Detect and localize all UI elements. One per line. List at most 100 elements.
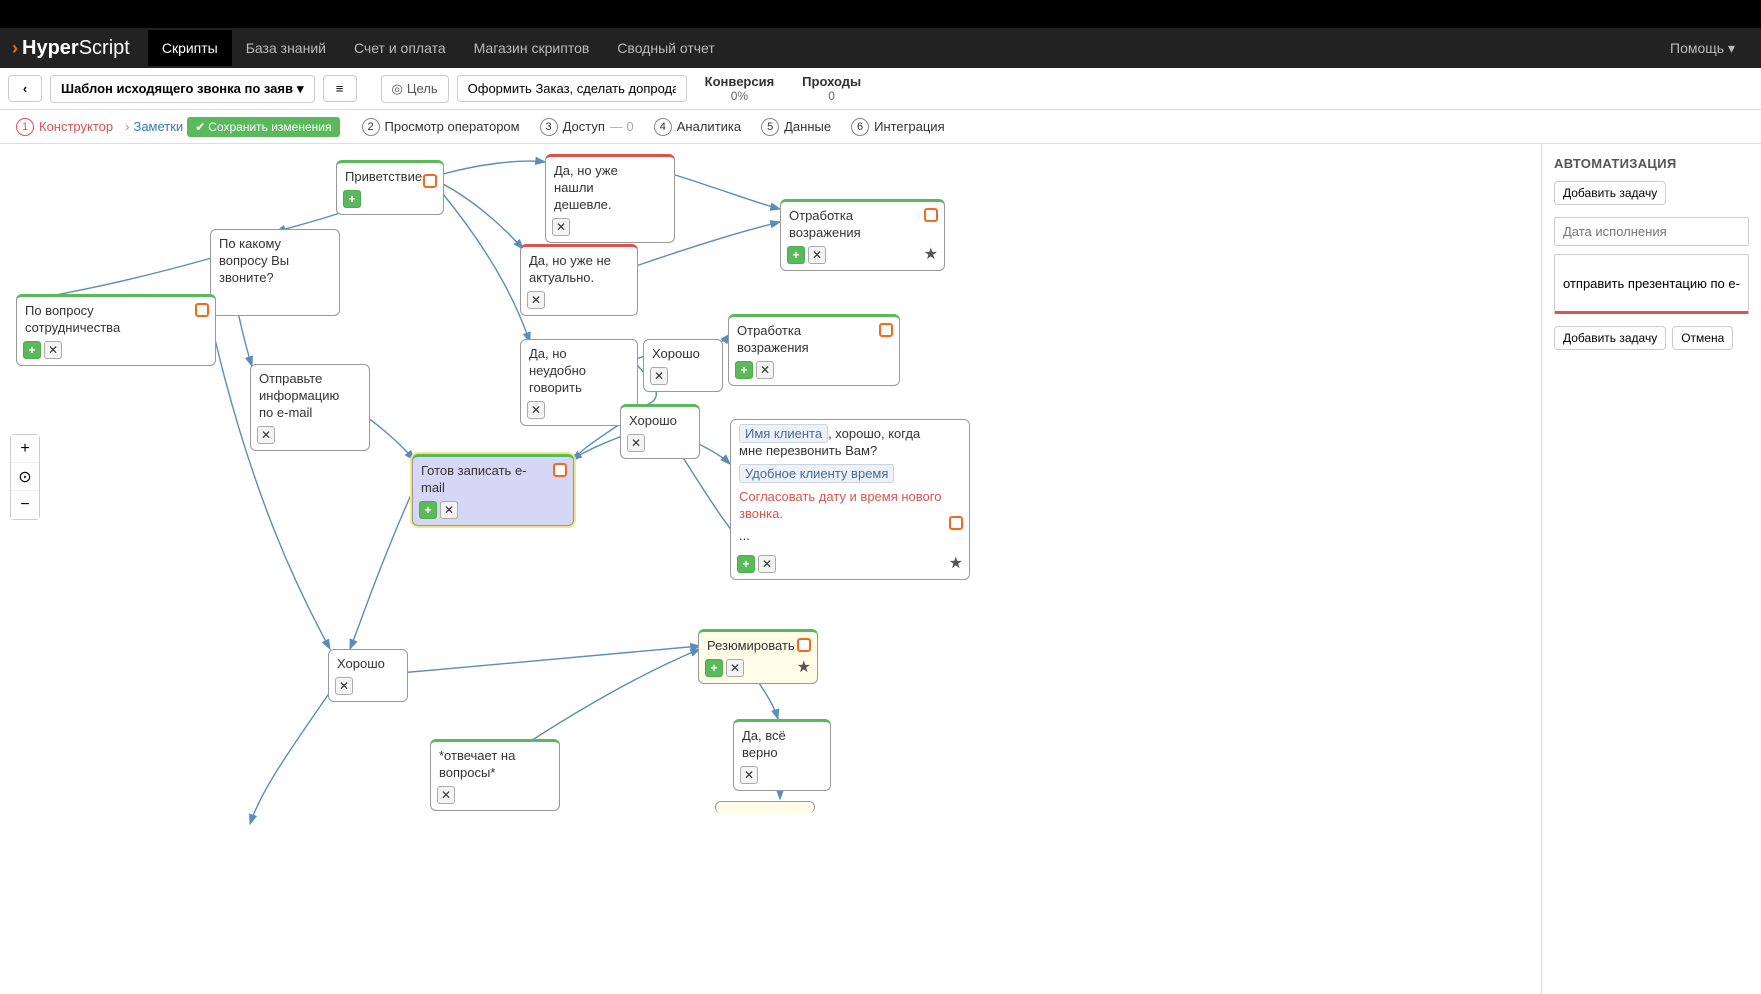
main-area: Приветствие + По какому вопросу Вы звони…	[0, 144, 1761, 994]
node-ok-3[interactable]: Хорошо ✕	[328, 649, 408, 702]
add-icon[interactable]: +	[735, 361, 753, 379]
menu-button[interactable]: ≡	[323, 75, 357, 102]
node-greeting[interactable]: Приветствие +	[336, 160, 444, 215]
stats-block: Конверсия 0% Проходы 0	[705, 74, 861, 103]
close-icon[interactable]: ✕	[44, 341, 62, 359]
node-found-cheaper[interactable]: Да, но уже нашли дешевле. ✕	[545, 154, 675, 243]
tab-analytics[interactable]: 4 Аналитика	[646, 114, 749, 140]
task-date-input[interactable]	[1554, 217, 1749, 246]
add-icon[interactable]: +	[787, 246, 805, 264]
logo-chevron-icon: ›	[12, 38, 18, 59]
passes-label: Проходы	[802, 74, 861, 89]
breadcrumb-sep: ›	[125, 119, 129, 134]
close-icon[interactable]: ✕	[440, 501, 458, 519]
nav-billing[interactable]: Счет и оплата	[340, 30, 460, 66]
passes-value: 0	[802, 89, 861, 103]
node-ok-2[interactable]: Хорошо ✕	[620, 404, 700, 459]
add-task-button-top[interactable]: Добавить задачу	[1554, 181, 1666, 205]
back-button[interactable]: ‹	[8, 75, 42, 102]
node-objection-handling-1[interactable]: Отработка возражения ★ +✕	[780, 199, 945, 271]
script-selector-dropdown[interactable]: Шаблон исходящего звонка по заяв ▾	[50, 75, 315, 103]
save-changes-button[interactable]: ✔ Сохранить изменения	[187, 117, 339, 137]
flow-canvas[interactable]: Приветствие + По какому вопросу Вы звони…	[0, 144, 1541, 994]
node-answers-questions[interactable]: *отвечает на вопросы* ✕	[430, 739, 560, 811]
star-icon[interactable]: ★	[949, 553, 963, 573]
zoom-out-button[interactable]: −	[11, 491, 39, 519]
conversion-value: 0%	[705, 89, 775, 103]
cancel-button[interactable]: Отмена	[1672, 326, 1733, 350]
nav-script-store[interactable]: Магазин скриптов	[460, 30, 604, 66]
app-logo[interactable]: › HyperScript	[12, 37, 130, 60]
conversion-label: Конверсия	[705, 74, 775, 89]
add-icon[interactable]: +	[705, 659, 723, 677]
close-icon[interactable]: ✕	[627, 434, 645, 452]
node-marker-icon[interactable]	[949, 516, 963, 530]
target-icon: ◎	[392, 81, 403, 97]
nav-scripts[interactable]: Скрипты	[148, 30, 232, 66]
caret-down-icon: ▾	[1728, 40, 1735, 56]
node-yes-correct[interactable]: Да, всё верно ✕	[733, 719, 831, 791]
node-objection-handling-2[interactable]: Отработка возражения +✕	[728, 314, 900, 386]
tab-number-6: 6	[851, 118, 869, 136]
close-icon[interactable]: ✕	[527, 291, 545, 309]
tab-data[interactable]: 5 Данные	[753, 114, 839, 140]
add-icon[interactable]: +	[737, 555, 755, 573]
node-cooperation[interactable]: По вопросу сотрудничества +✕	[16, 294, 216, 366]
goal-button[interactable]: ◎ Цель	[381, 75, 449, 103]
zoom-controls: + ⊙ −	[10, 434, 40, 520]
nav-knowledge-base[interactable]: База знаний	[232, 30, 340, 66]
node-ready-email[interactable]: Готов записать e-mail +✕	[412, 454, 574, 526]
nav-help[interactable]: Помощь ▾	[1656, 30, 1749, 67]
close-icon[interactable]: ✕	[335, 677, 353, 695]
goal-input[interactable]	[457, 75, 687, 102]
node-question-topic[interactable]: По какому вопросу Вы звоните?	[210, 229, 340, 316]
close-icon[interactable]: ✕	[527, 401, 545, 419]
node-partial-bottom[interactable]	[715, 801, 815, 813]
add-icon[interactable]: +	[23, 341, 41, 359]
node-marker-icon[interactable]	[797, 638, 811, 652]
variable-chip-client-name[interactable]: Имя клиента	[739, 424, 828, 443]
close-icon[interactable]: ✕	[756, 361, 774, 379]
node-summarize[interactable]: Резюмировать ★ +✕	[698, 629, 818, 684]
tab-integration[interactable]: 6 Интеграция	[843, 114, 953, 140]
node-marker-icon[interactable]	[195, 303, 209, 317]
main-navbar: › HyperScript Скрипты База знаний Счет и…	[0, 28, 1761, 68]
node-marker-icon[interactable]	[879, 323, 893, 337]
variable-chip-convenient-time[interactable]: Удобное клиенту время	[739, 464, 894, 483]
node-callback-card[interactable]: Имя клиента, хорошо, когда мне перезвони…	[730, 419, 970, 580]
close-icon[interactable]: ✕	[552, 218, 570, 236]
nav-summary-report[interactable]: Сводный отчет	[603, 30, 728, 66]
script-toolbar: ‹ Шаблон исходящего звонка по заяв ▾ ≡ ◎…	[0, 68, 1761, 110]
node-ok-1[interactable]: Хорошо ✕	[643, 339, 723, 392]
node-marker-icon[interactable]	[553, 463, 567, 477]
check-icon: ✔	[195, 120, 205, 134]
close-icon[interactable]: ✕	[437, 786, 455, 804]
add-icon[interactable]: +	[343, 190, 361, 208]
sidepanel-title: АВТОМАТИЗАЦИЯ	[1554, 156, 1749, 171]
zoom-center-button[interactable]: ⊙	[11, 463, 39, 491]
node-marker-icon[interactable]	[924, 208, 938, 222]
node-not-relevant[interactable]: Да, но уже не актуально. ✕	[520, 244, 638, 316]
node-send-email-info[interactable]: Отправьте информацию по e-mail ✕	[250, 364, 370, 451]
close-icon[interactable]: ✕	[257, 426, 275, 444]
tab-number-2: 2	[362, 118, 380, 136]
notes-link[interactable]: Заметки	[133, 119, 183, 134]
add-icon[interactable]: +	[419, 501, 437, 519]
tab-access[interactable]: 3 Доступ — 0	[532, 114, 642, 140]
node-marker-icon[interactable]	[423, 174, 437, 188]
task-text-input[interactable]	[1554, 254, 1749, 314]
close-icon[interactable]: ✕	[740, 766, 758, 784]
tab-constructor[interactable]: 1 Конструктор	[8, 114, 121, 140]
tab-operator-view[interactable]: 2 Просмотр оператором	[354, 114, 528, 140]
script-name: Шаблон исходящего звонка по заяв	[61, 81, 293, 96]
star-icon[interactable]: ★	[797, 657, 811, 677]
add-task-button-bottom[interactable]: Добавить задачу	[1554, 326, 1666, 350]
close-icon[interactable]: ✕	[758, 555, 776, 573]
star-icon[interactable]: ★	[924, 244, 938, 264]
node-callback-text: Имя клиента, хорошо, когда мне перезвони…	[739, 426, 961, 545]
logo-text-light: Script	[79, 37, 130, 60]
close-icon[interactable]: ✕	[808, 246, 826, 264]
close-icon[interactable]: ✕	[726, 659, 744, 677]
zoom-in-button[interactable]: +	[11, 435, 39, 463]
close-icon[interactable]: ✕	[650, 367, 668, 385]
